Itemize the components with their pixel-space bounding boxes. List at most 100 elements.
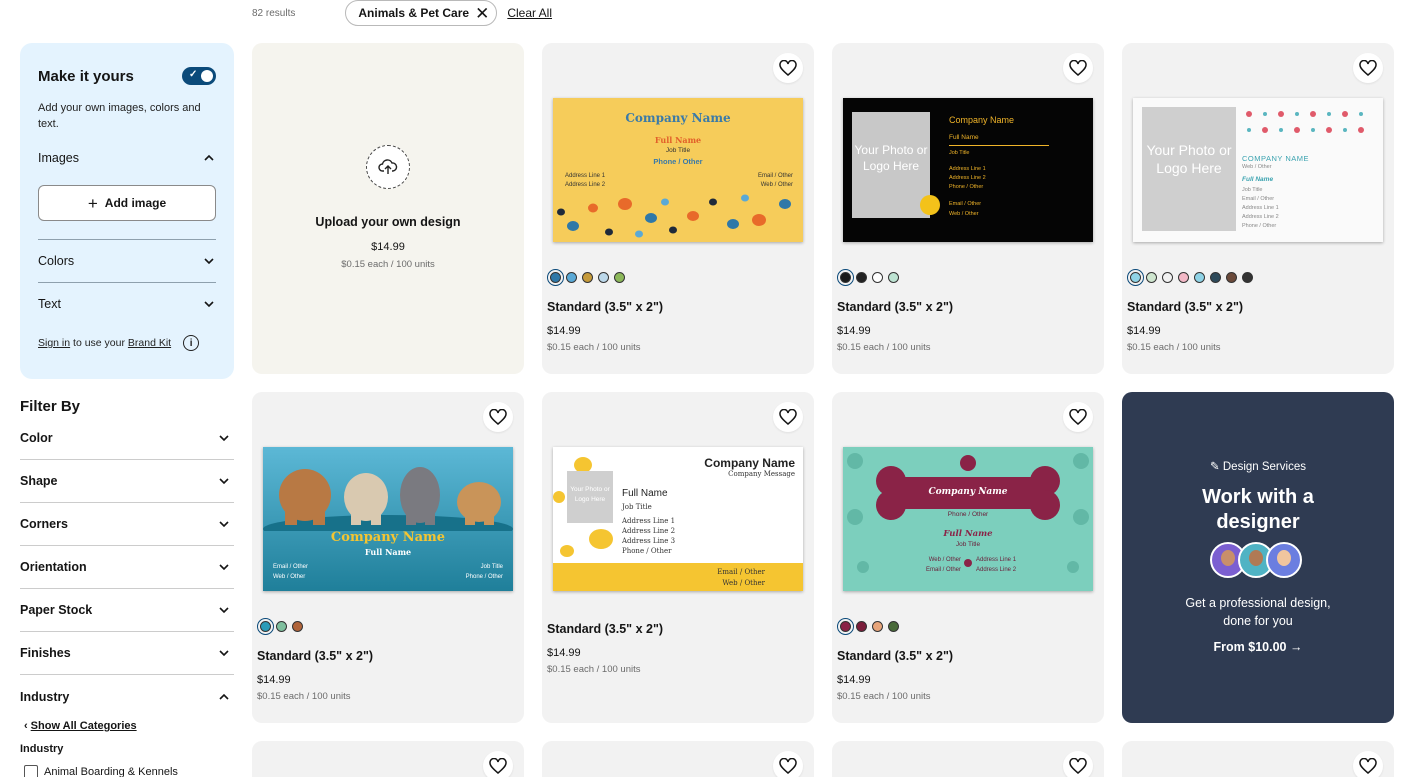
preview-text: Web / Other bbox=[722, 579, 765, 587]
color-swatch[interactable] bbox=[1146, 272, 1157, 283]
color-swatch[interactable] bbox=[872, 272, 883, 283]
product-card[interactable]: Your Photo or Logo Here Company Name Ful… bbox=[832, 43, 1104, 374]
heart-icon[interactable] bbox=[483, 402, 513, 432]
design-services-card[interactable]: ✎ Design Services Work with a designer G… bbox=[1122, 392, 1394, 723]
preview-company: Company Name bbox=[949, 115, 1015, 125]
preview-text: Phone / Other bbox=[622, 547, 672, 555]
color-swatch[interactable] bbox=[566, 272, 577, 283]
preview-phone: Phone / Other bbox=[653, 157, 703, 166]
color-swatch[interactable] bbox=[837, 269, 854, 286]
images-accordion[interactable]: Images bbox=[38, 151, 216, 165]
product-title: Standard (3.5" x 2") bbox=[257, 649, 374, 663]
make-it-yours-toggle[interactable]: ✓ bbox=[182, 67, 216, 85]
show-all-categories-link[interactable]: ‹ Show All Categories bbox=[24, 720, 137, 732]
add-image-button[interactable]: + Add image bbox=[38, 185, 216, 221]
filter-chip[interactable]: Animals & Pet Care ✕ bbox=[345, 0, 498, 26]
heart-icon[interactable] bbox=[773, 402, 803, 432]
color-swatch[interactable] bbox=[1178, 272, 1189, 283]
color-swatch[interactable] bbox=[1210, 272, 1221, 283]
heart-icon[interactable] bbox=[483, 751, 513, 777]
colors-label: Colors bbox=[38, 254, 75, 268]
colors-accordion[interactable]: Colors bbox=[38, 254, 216, 268]
filter-industry[interactable]: Industry bbox=[20, 675, 234, 718]
color-swatch[interactable] bbox=[1162, 272, 1173, 283]
product-card[interactable]: Your Photo or Logo Here COMPANY NAME Web… bbox=[1122, 43, 1394, 374]
color-swatch[interactable] bbox=[614, 272, 625, 283]
upload-unit-price: $0.15 each / 100 units bbox=[341, 259, 435, 270]
color-swatch[interactable] bbox=[888, 621, 899, 632]
product-price: $14.99 bbox=[837, 325, 871, 337]
checkbox[interactable] bbox=[24, 765, 38, 777]
heart-icon[interactable] bbox=[773, 751, 803, 777]
color-swatch[interactable] bbox=[276, 621, 287, 632]
heart-icon[interactable] bbox=[773, 53, 803, 83]
color-swatch[interactable] bbox=[1226, 272, 1237, 283]
product-card[interactable]: Your Photo or Logo Here Company Name Com… bbox=[542, 392, 814, 723]
bone-illustration bbox=[847, 453, 1089, 573]
chevron-down-icon bbox=[204, 301, 214, 308]
heart-icon[interactable] bbox=[1063, 751, 1093, 777]
color-swatch[interactable] bbox=[856, 272, 867, 283]
color-swatch[interactable] bbox=[888, 272, 899, 283]
preview-text: Address Line 3 bbox=[622, 537, 676, 545]
product-card[interactable] bbox=[1122, 741, 1394, 777]
clear-all-link[interactable]: Clear All bbox=[507, 6, 552, 20]
preview-text: Job Title bbox=[622, 503, 652, 511]
product-unit-price: $0.15 each / 100 units bbox=[837, 342, 931, 353]
preview-details: Job Title Address Line 1 Address Line 2 Add… bbox=[622, 502, 675, 556]
color-swatch[interactable] bbox=[547, 269, 564, 286]
color-swatch[interactable] bbox=[837, 618, 854, 635]
info-icon[interactable]: i bbox=[183, 335, 200, 351]
product-card[interactable]: Company Name Full Name Email / Other Web … bbox=[252, 392, 524, 723]
page: 82 results Animals & Pet Care ✕ Clear Al… bbox=[0, 0, 1421, 777]
filter-shape[interactable]: Shape bbox=[20, 460, 234, 503]
text-accordion[interactable]: Text bbox=[38, 297, 216, 311]
industry-option[interactable]: Animal Boarding & Kennels bbox=[24, 765, 178, 777]
design-services-label: Design Services bbox=[1222, 461, 1306, 473]
plus-icon: + bbox=[87, 193, 98, 213]
product-card[interactable] bbox=[832, 741, 1104, 777]
filter-corners[interactable]: Corners bbox=[20, 503, 234, 546]
sign-in-link[interactable]: Sign in bbox=[38, 337, 70, 349]
preview-text: Web / Other bbox=[273, 574, 306, 580]
color-swatch[interactable] bbox=[582, 272, 593, 283]
product-title: Standard (3.5" x 2") bbox=[547, 622, 664, 636]
divider bbox=[38, 239, 216, 240]
heart-icon[interactable] bbox=[1353, 751, 1383, 777]
chevron-down-icon bbox=[219, 521, 229, 528]
preview-text: Email / Other bbox=[949, 201, 982, 207]
design-services-price-link[interactable]: From $10.00 → bbox=[1122, 640, 1394, 654]
upload-icon bbox=[366, 145, 410, 189]
check-icon: ✓ bbox=[189, 69, 198, 80]
card-preview-image: Your Photo or Logo Here Company Name Ful… bbox=[843, 98, 1093, 242]
color-swatch[interactable] bbox=[1242, 272, 1253, 283]
brand-kit-link[interactable]: Brand Kit bbox=[128, 337, 171, 349]
upload-design-card[interactable]: Upload your own design $14.99 $0.15 each… bbox=[252, 43, 524, 374]
preview-name: Full Name bbox=[654, 135, 702, 145]
heart-icon[interactable] bbox=[1063, 53, 1093, 83]
preview-address: Address Line 1 Address Line 2 Phone / Othe… bbox=[949, 165, 986, 192]
color-swatch[interactable] bbox=[598, 272, 609, 283]
results-bar: 82 results Animals & Pet Care ✕ Clear Al… bbox=[252, 0, 552, 26]
color-swatch[interactable] bbox=[292, 621, 303, 632]
product-card[interactable] bbox=[542, 741, 814, 777]
preview-details: Job Title Email / Other Address Line 1 Addr… bbox=[1242, 186, 1279, 231]
product-card[interactable] bbox=[252, 741, 524, 777]
color-swatch[interactable] bbox=[872, 621, 883, 632]
product-card[interactable]: Company Name Full Name Job Title Phone /… bbox=[542, 43, 814, 374]
filter-paper-stock[interactable]: Paper Stock bbox=[20, 589, 234, 632]
heart-icon[interactable] bbox=[1353, 53, 1383, 83]
filter-orientation[interactable]: Orientation bbox=[20, 546, 234, 589]
filter-color[interactable]: Color bbox=[20, 417, 234, 460]
color-swatch[interactable] bbox=[856, 621, 867, 632]
product-card[interactable]: Company Name Phone / Other Full Name Job… bbox=[832, 392, 1104, 723]
preview-contact: Web / Other Email / Other bbox=[891, 555, 961, 575]
color-swatch[interactable] bbox=[1127, 269, 1144, 286]
filter-finishes[interactable]: Finishes bbox=[20, 632, 234, 675]
filter-chip-label: Animals & Pet Care bbox=[358, 6, 470, 20]
heart-icon[interactable] bbox=[1063, 402, 1093, 432]
preview-job: Job Title bbox=[955, 541, 981, 548]
color-swatch[interactable] bbox=[257, 618, 274, 635]
close-icon[interactable]: ✕ bbox=[475, 5, 489, 22]
color-swatch[interactable] bbox=[1194, 272, 1205, 283]
